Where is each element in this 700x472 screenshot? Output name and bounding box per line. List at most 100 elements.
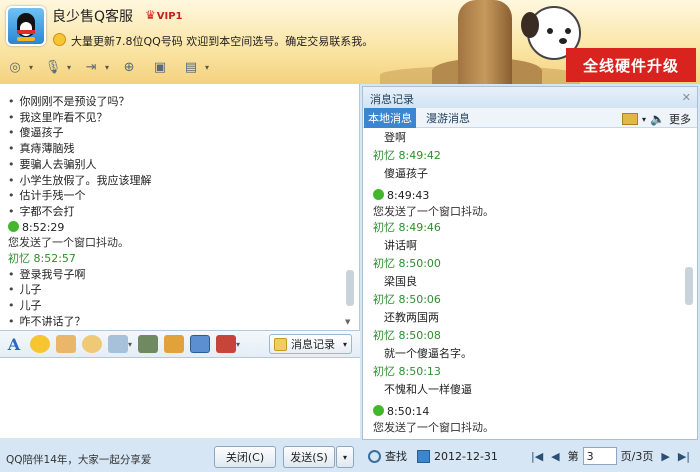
gift-dropdown-icon[interactable]: ▾	[236, 340, 240, 349]
header-decoration-tree	[458, 0, 512, 84]
chat-line-text: 初忆 8:52:57	[8, 252, 76, 266]
history-sender-line: 初忆 8:50:08	[373, 327, 683, 345]
history-sender-line: 初忆 8:50:00	[373, 255, 683, 273]
chat-message: 你刚刚不是预设了吗？	[8, 94, 342, 110]
chat-message: 我这里咋看不见？	[8, 110, 342, 126]
chat-scrollbar-thumb[interactable]	[346, 270, 354, 306]
chat-message-area[interactable]: 你刚刚不是预设了吗？ 我这里咋看不见？ 傻逼孩子真痔薄脑残要骗人去骗别人小学生放假了…	[0, 84, 360, 330]
vip-label: VIP1	[156, 11, 183, 22]
history-message: 不愧和人一样傻逼	[373, 381, 683, 399]
close-history-icon[interactable]: ✕	[682, 91, 691, 104]
screenshot-icon[interactable]	[108, 335, 128, 353]
screenshot-dropdown-icon[interactable]: ▾	[128, 340, 132, 349]
promo-text[interactable]: QQ陪伴14年，大家一起分享爱	[6, 452, 151, 467]
history-message: 讲话啊	[373, 237, 683, 255]
chat-line-text: 登录我号子啊	[19, 267, 86, 281]
history-message: 还教两国两	[373, 309, 683, 327]
history-line-text: 不愧和人一样傻逼	[384, 383, 472, 396]
prev-page-icon[interactable]: ◀	[551, 450, 559, 463]
history-line-text: 您发送了一个窗口抖动。	[373, 421, 494, 434]
message-record-label: 消息记录	[291, 338, 335, 351]
music-icon[interactable]	[164, 335, 185, 353]
chat-line-text: 你刚刚不是预设了吗？	[19, 95, 130, 108]
more-button[interactable]: 更多	[669, 111, 691, 127]
history-manager-icon[interactable]	[622, 113, 639, 125]
ad-banner[interactable]: 全线硬件升级	[566, 48, 696, 82]
message-record-icon	[274, 337, 287, 351]
history-title: 消息记录	[363, 87, 697, 108]
history-line-text: 初忆 8:50:08	[373, 329, 441, 342]
message-input[interactable]	[0, 358, 360, 438]
sound-icon[interactable]: 🔈	[650, 112, 665, 126]
tab-local-messages[interactable]: 本地消息	[364, 107, 416, 128]
search-button[interactable]: 查找	[385, 448, 407, 464]
chat-header: 良少售Q客服 ♛VIP1 大量更新7.8位QQ号码 欢迎到本空间选号。确定交易联…	[0, 0, 700, 84]
chat-line-text: 估计手残一个	[19, 189, 86, 203]
page-suffix: 页/3页	[620, 450, 654, 463]
video-call-dropdown-icon[interactable]: ▾	[29, 63, 33, 72]
chat-line-text: 咋不讲话了？	[19, 314, 86, 328]
app-menu-dropdown-icon[interactable]: ▾	[205, 63, 209, 72]
chat-message: 儿子	[8, 298, 342, 314]
send-image-icon[interactable]	[138, 335, 159, 353]
history-sender-line: 初忆 8:49:42	[373, 147, 683, 165]
contact-avatar[interactable]	[6, 6, 46, 46]
history-sent-time: 8:49:43	[373, 187, 683, 205]
chat-line-text: 您发送了一个窗口抖动。	[8, 236, 129, 250]
send-button[interactable]: 发送(S)	[283, 446, 335, 468]
sent-check-icon	[373, 189, 384, 200]
first-page-icon[interactable]: |◀	[531, 450, 543, 463]
chat-scroll-down-icon[interactable]: ▼	[345, 318, 350, 326]
sent-check-icon	[373, 405, 384, 416]
chat-line-text: 小学生放假了。我应该理解	[19, 173, 152, 187]
history-date[interactable]: 2012-12-31	[434, 450, 498, 463]
contact-name[interactable]: 良少售Q客服	[52, 6, 133, 26]
history-message: 登啊	[373, 129, 683, 147]
send-file-dropdown-icon[interactable]: ▾	[105, 63, 109, 72]
history-message-list: 登啊 初忆 8:49:42 傻逼孩子 8:49:43 您发送了一个窗口抖动。 初忆 8:4…	[373, 129, 683, 435]
chat-message: 小学生放假了。我应该理解	[8, 173, 342, 189]
chat-message: 傻逼孩子	[8, 125, 342, 141]
close-button[interactable]: 关闭(C)	[214, 446, 276, 468]
send-file-icon[interactable]: ⇥	[80, 57, 102, 77]
send-options-button[interactable]: ▾	[336, 446, 354, 468]
history-line-text: 初忆 8:50:00	[373, 257, 441, 270]
page-number-input[interactable]: 3	[582, 447, 617, 465]
history-line-text: 还教两国两	[384, 311, 439, 324]
history-message: 梁国良	[373, 273, 683, 291]
history-manager-dropdown-icon[interactable]: ▾	[642, 115, 646, 124]
history-line-text: 您发送了一个窗口抖动。	[373, 205, 494, 218]
voice-call-dropdown-icon[interactable]: ▾	[67, 63, 71, 72]
magic-emoji-icon[interactable]	[56, 335, 76, 353]
search-icon[interactable]	[368, 449, 381, 463]
message-record-button[interactable]: 消息记录 ▾	[269, 334, 352, 354]
tab-roaming-messages[interactable]: 漫游消息	[422, 108, 474, 128]
calendar-icon[interactable]	[417, 449, 430, 463]
next-page-icon[interactable]: ▶	[661, 450, 669, 463]
voice-call-icon[interactable]: 🎙	[42, 57, 64, 77]
history-line-text: 8:49:43	[387, 189, 430, 202]
chat-line-text: 儿子	[19, 283, 42, 297]
emoji-icon[interactable]	[30, 335, 50, 353]
history-tools: ▾ 🔈 更多	[622, 111, 691, 127]
last-page-icon[interactable]: ▶|	[678, 450, 690, 463]
page-prefix: 第	[567, 450, 579, 463]
history-footer: 查找 2012-12-31 |◀ ◀ 第 3 页/3页 ▶ ▶|	[362, 442, 698, 470]
video-call-icon[interactable]: ◎	[4, 57, 26, 77]
screen-share-icon[interactable]	[190, 335, 211, 353]
gift-icon[interactable]	[216, 335, 237, 353]
font-icon[interactable]: A	[4, 335, 24, 354]
history-sender-line: 初忆 8:50:13	[373, 363, 683, 381]
history-line-text: 梁国良	[384, 275, 417, 288]
chat-message: 咋不讲话了？	[8, 314, 342, 330]
remote-assist-icon[interactable]: ▣	[149, 57, 171, 77]
create-group-icon[interactable]: ⊕	[118, 57, 140, 77]
chat-toolbar: ◎ ▾ 🎙 ▾ ⇥ ▾ ⊕ ▣ ▤ ▾	[4, 56, 209, 78]
vip-badge[interactable]: ♛VIP1	[145, 8, 183, 22]
chat-message-list: 你刚刚不是预设了吗？ 我这里咋看不见？ 傻逼孩子真痔薄脑残要骗人去骗别人小学生放假了…	[8, 94, 342, 330]
history-scrollbar-thumb[interactable]	[685, 267, 693, 305]
chat-sender-line: 初忆 8:52:57	[8, 251, 342, 267]
app-menu-icon[interactable]: ▤	[180, 57, 202, 77]
contact-signature: 大量更新7.8位QQ号码 欢迎到本空间选号。确定交易联系我。	[71, 35, 374, 48]
shake-window-icon[interactable]	[82, 335, 102, 353]
